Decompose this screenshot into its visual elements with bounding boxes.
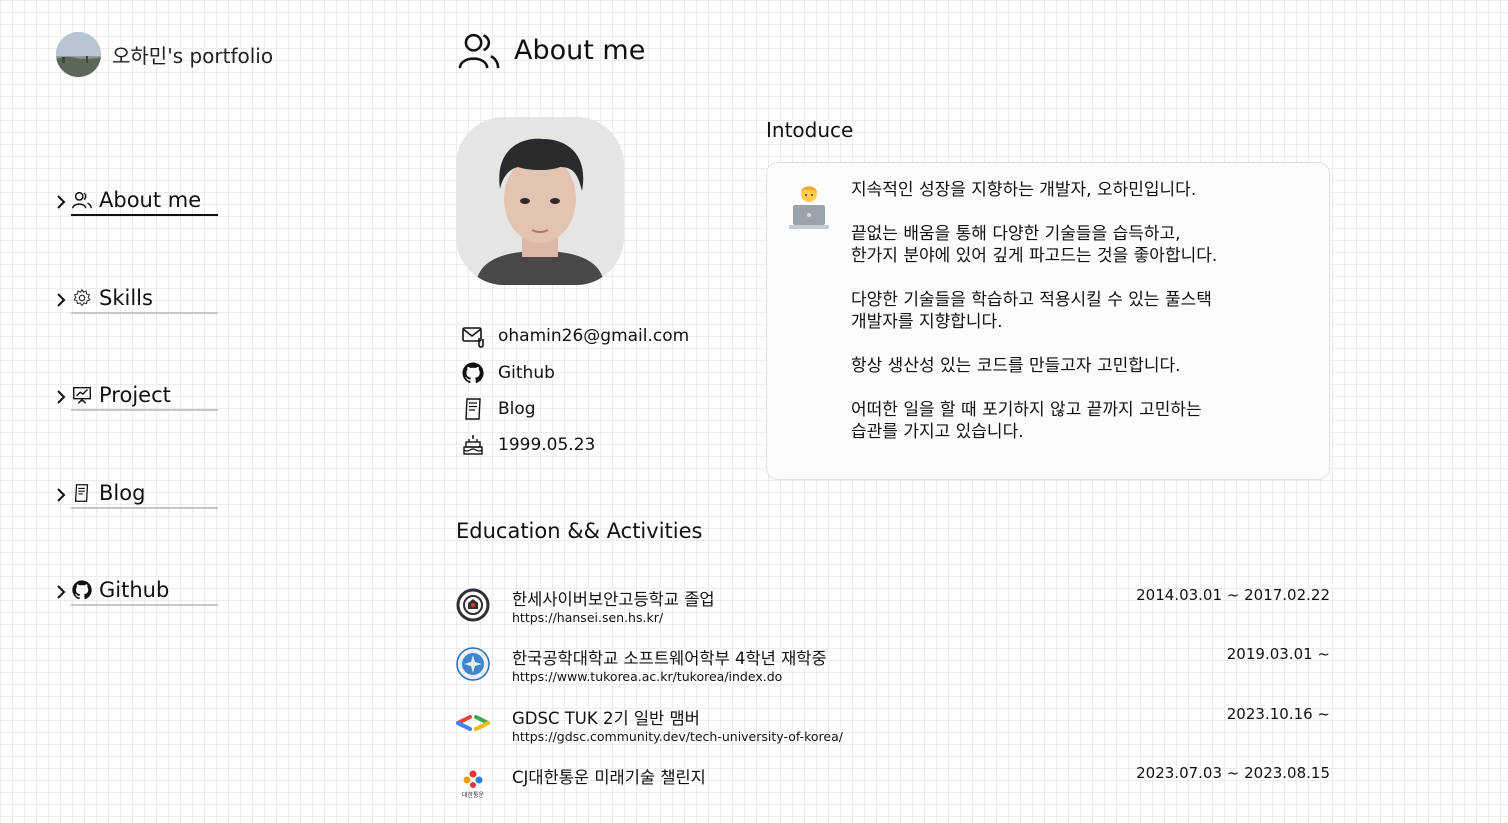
contact-github[interactable]: Github (461, 361, 555, 385)
introduce-heading: Intoduce (766, 118, 854, 142)
chevron-right-icon (57, 293, 66, 307)
nav-item-project[interactable]: Project (54, 383, 218, 411)
introduce-paragraph: 지속적인 성장을 지향하는 개발자, 오하민입니다. (851, 180, 1197, 200)
nav-item-label: Skills (99, 286, 153, 310)
cj-logo: 대한통운 (462, 770, 485, 799)
nav-item-about-me[interactable]: About me (54, 188, 218, 216)
nav-item-box: Skills (71, 286, 218, 314)
nav-item-box: Project (71, 383, 218, 411)
introduce-paragraph: 항상 생산성 있는 코드를 만들고자 고민합니다. (851, 356, 1181, 376)
education-url[interactable]: https://www.tukorea.ac.kr/tukorea/index.… (512, 669, 782, 684)
introduce-card: 지속적인 성장을 지향하는 개발자, 오하민입니다. 끝없는 배움을 통해 다양… (766, 162, 1330, 480)
nav-item-box: About me (71, 188, 218, 216)
avatar (56, 32, 101, 77)
section-header: About me (456, 30, 645, 70)
cj-logo-caption: 대한통운 (462, 791, 485, 799)
page-title: About me (514, 34, 646, 66)
github-icon (462, 362, 484, 384)
education-name: 한국공학대학교 소프트웨어학부 4학년 재학중 (512, 649, 827, 668)
nav-item-label: Blog (99, 481, 146, 505)
hansei-logo (456, 588, 490, 622)
brand-title: 오하민's portfolio (112, 44, 274, 68)
nav-item-label: About me (99, 188, 202, 212)
chevron-right-icon (57, 488, 66, 502)
introduce-paragraph: 다양한 기술들을 학습하고 적용시킬 수 있는 풀스택 개발자를 지향합니다. (851, 290, 1212, 332)
education-period: 2014.03.01 ~ 2017.02.22 (1136, 586, 1330, 604)
nav-item-skills[interactable]: Skills (54, 286, 218, 314)
gear-icon (73, 288, 91, 307)
chevron-right-icon (57, 585, 66, 599)
education-name: GDSC TUK 2기 일반 맴버 (512, 709, 700, 728)
notebook-icon (465, 398, 481, 420)
introduce-text: 지속적인 성장을 지향하는 개발자, 오하민입니다. 끝없는 배움을 통해 다양… (851, 179, 1311, 465)
education-item: 한국공학대학교 소프트웨어학부 4학년 재학중 https://www.tuko… (456, 645, 1330, 689)
nav-item-github[interactable]: Github (54, 578, 218, 606)
contact-birthday: 1999.05.23 (461, 433, 595, 457)
education-period: 2023.07.03 ~ 2023.08.15 (1136, 764, 1330, 782)
education-item: 대한통운 CJ대한통운 미래기술 챌린지 2023.07.03 ~ 2023.0… (456, 764, 1330, 808)
cake-icon (463, 435, 483, 455)
notebook-icon (74, 484, 89, 502)
contact-label: Blog (498, 399, 536, 419)
education-item: GDSC TUK 2기 일반 맴버 https://gdsc.community… (456, 705, 1330, 749)
nav-item-box: Blog (71, 481, 218, 509)
github-icon (72, 580, 92, 600)
education-period: 2023.10.16 ~ (1226, 705, 1330, 723)
contact-label: Github (498, 363, 555, 383)
nav-item-label: Project (99, 383, 171, 407)
users-icon (72, 191, 92, 209)
brand[interactable]: 오하민's portfolio (56, 32, 273, 77)
education-period: 2019.03.01 ~ (1226, 645, 1330, 663)
contact-label: 1999.05.23 (498, 435, 596, 455)
chevron-right-icon (57, 195, 66, 209)
education-heading: Education && Activities (456, 519, 703, 543)
gdsc-logo (456, 715, 490, 731)
education-url[interactable]: https://gdsc.community.dev/tech-universi… (512, 729, 843, 744)
technologist-emoji (789, 186, 829, 229)
tukorea-logo (456, 647, 490, 681)
education-item: 한세사이버보안고등학교 졸업 https://hansei.sen.hs.kr/… (456, 586, 1330, 630)
education-name: 한세사이버보안고등학교 졸업 (512, 590, 715, 609)
mail-icon (462, 327, 484, 348)
contact-email[interactable]: ohamin26@gmail.com (461, 324, 689, 348)
introduce-paragraph: 끝없는 배움을 통해 다양한 기술들을 습득하고, 한가지 분야에 있어 깊게 … (851, 224, 1218, 266)
users-icon (458, 33, 500, 69)
chevron-right-icon (57, 390, 66, 404)
contact-blog[interactable]: Blog (461, 397, 536, 421)
nav-item-blog[interactable]: Blog (54, 481, 218, 509)
education-url[interactable]: https://hansei.sen.hs.kr/ (512, 610, 663, 625)
nav-item-label: Github (99, 578, 170, 602)
education-name: CJ대한통운 미래기술 챌린지 (512, 768, 706, 787)
introduce-paragraph: 어떠한 일을 할 때 포기하지 않고 끝까지 고민하는 습관를 가지고 있습니다… (851, 400, 1202, 442)
nav-item-box: Github (71, 578, 218, 606)
presentation-icon (73, 386, 91, 404)
profile-photo (456, 117, 624, 285)
contact-label: ohamin26@gmail.com (498, 326, 690, 346)
